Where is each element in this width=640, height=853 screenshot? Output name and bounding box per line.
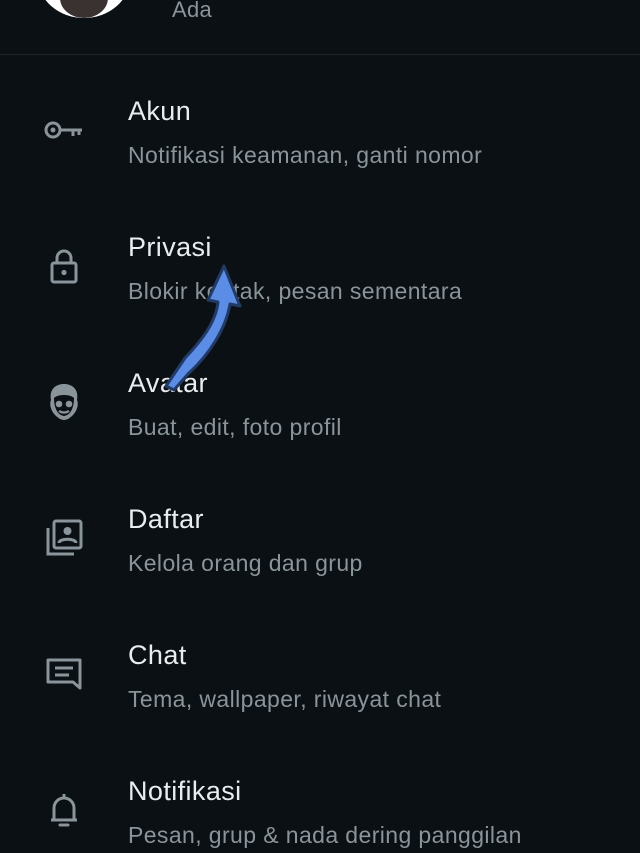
settings-item-title: Daftar	[128, 504, 204, 534]
settings-item-title: Avatar	[128, 368, 208, 398]
settings-item-account[interactable]: Akun Notifikasi keamanan, ganti nomor	[0, 64, 640, 200]
key-icon	[42, 108, 86, 152]
settings-item-chat[interactable]: Chat Tema, wallpaper, riwayat chat	[0, 608, 640, 744]
settings-item-subtitle: Kelola orang dan grup	[128, 550, 363, 576]
chat-icon	[42, 652, 86, 696]
avatar-face-icon	[42, 380, 86, 424]
avatar-photo	[60, 0, 108, 18]
settings-item-subtitle: Tema, wallpaper, riwayat chat	[128, 686, 442, 712]
settings-item-title: Akun	[128, 96, 192, 126]
settings-item-lists[interactable]: Daftar Kelola orang dan grup	[0, 472, 640, 608]
profile-header[interactable]: Ada	[0, 0, 640, 55]
settings-item-avatar[interactable]: Avatar Buat, edit, foto profil	[0, 336, 640, 472]
avatar[interactable]	[38, 0, 130, 18]
profile-status: Ada	[172, 0, 213, 22]
settings-item-subtitle: Buat, edit, foto profil	[128, 414, 342, 440]
settings-item-notifications[interactable]: Notifikasi Pesan, grup & nada dering pan…	[0, 744, 640, 853]
settings-item-title: Chat	[128, 640, 187, 670]
settings-screen: Ada Akun Notifikasi keamanan, ganti nomo…	[0, 0, 640, 853]
contact-list-icon	[42, 516, 86, 560]
settings-item-subtitle: Notifikasi keamanan, ganti nomor	[128, 142, 483, 168]
settings-item-title: Notifikasi	[128, 776, 242, 806]
lock-icon	[42, 244, 86, 288]
settings-item-subtitle: Pesan, grup & nada dering panggilan	[128, 822, 522, 848]
settings-item-title: Privasi	[128, 232, 212, 262]
settings-item-privacy[interactable]: Privasi Blokir kontak, pesan sementara	[0, 200, 640, 336]
settings-item-subtitle: Blokir kontak, pesan sementara	[128, 278, 463, 304]
bell-icon	[42, 788, 86, 832]
